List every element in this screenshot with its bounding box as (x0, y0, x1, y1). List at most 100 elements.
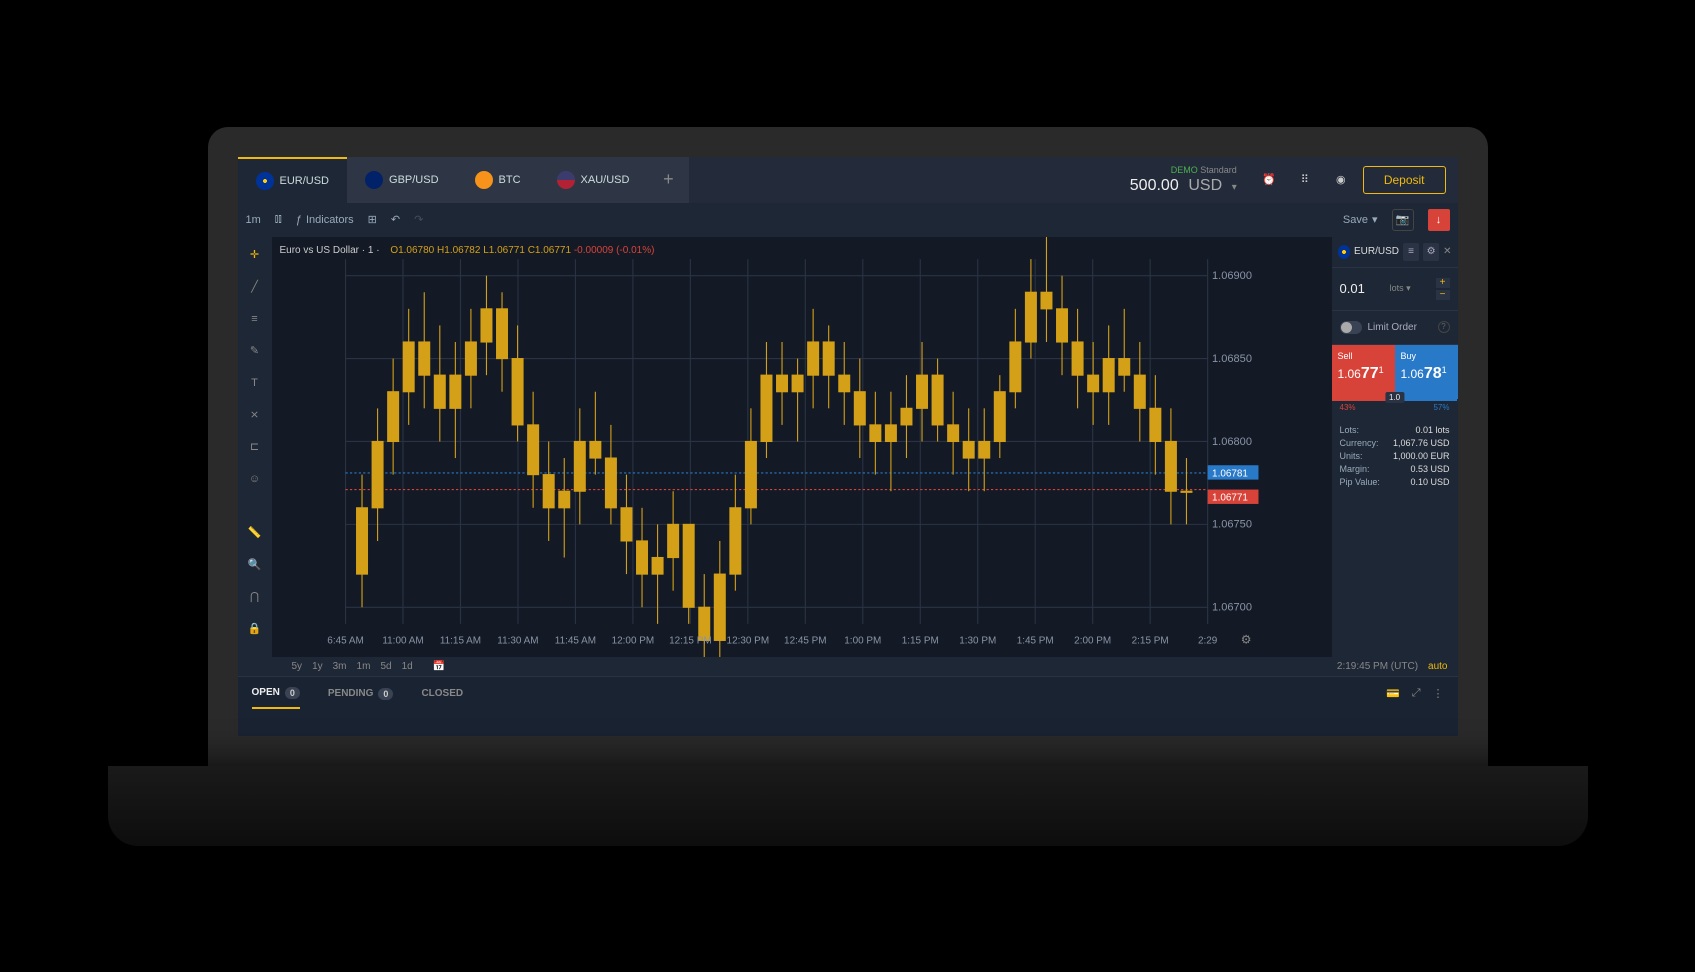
price-chart[interactable]: Euro vs US Dollar · 1 · O1.06780 H1.0678… (272, 237, 1332, 657)
buy-button[interactable]: Buy 1.06781 (1395, 345, 1458, 399)
app-header: EUR/USD GBP/USD BTC XAU/USD + DEMO Stand… (238, 157, 1458, 203)
svg-text:11:15 AM: 11:15 AM (439, 635, 480, 646)
svg-text:12:00 PM: 12:00 PM (611, 635, 654, 646)
flag-eu-icon (256, 172, 274, 190)
timeframe-selector[interactable]: 1m (246, 214, 261, 226)
undo-icon[interactable]: ↶ (391, 213, 400, 226)
order-info: Lots:0.01 lotsCurrency:1,067.76 USDUnits… (1332, 414, 1458, 498)
clock-display: 2:19:45 PM (UTC) (1337, 661, 1418, 672)
svg-text:12:30 PM: 12:30 PM (726, 635, 769, 646)
size-minus[interactable]: − (1436, 290, 1450, 300)
tab-label: EUR/USD (280, 175, 330, 187)
svg-text:12:15 PM: 12:15 PM (669, 635, 712, 646)
zoom-icon[interactable]: 🔍 (243, 553, 267, 577)
svg-text:1.06900: 1.06900 (1212, 270, 1252, 282)
text-icon[interactable]: T (243, 371, 267, 395)
positions-panel: OPEN0 PENDING0 CLOSED 💳 ⤢ ⋮ (238, 676, 1458, 736)
apps-icon[interactable]: ⠿ (1291, 166, 1319, 194)
tab-label: BTC (499, 174, 521, 186)
save-button[interactable]: Save ▾ (1343, 213, 1378, 226)
sell-button[interactable]: Sell 1.06771 (1332, 345, 1395, 399)
timeframe-5y[interactable]: 5y (292, 661, 303, 672)
add-tab-button[interactable]: + (647, 157, 689, 203)
order-panel: EUR/USD ≡ ⚙ ✕ 0.01 lots ▾ + − Limit Order… (1332, 237, 1458, 657)
timeframe-3m[interactable]: 3m (333, 661, 347, 672)
chart-title-bar: Euro vs US Dollar · 1 · O1.06780 H1.0678… (280, 245, 655, 256)
candlestick-chart[interactable]: 1.06900 1.06850 1.06800 1.06750 1.06700 1.067… (272, 237, 1332, 657)
expand-icon[interactable]: ⤢ (1412, 687, 1421, 700)
svg-text:2:15 PM: 2:15 PM (1131, 635, 1168, 646)
svg-text:11:45 AM: 11:45 AM (554, 635, 595, 646)
account-display[interactable]: DEMO Standard 500.00 USD ▾ (1130, 165, 1237, 195)
svg-text:⚙: ⚙ (1240, 632, 1251, 646)
redo-icon[interactable]: ↷ (414, 213, 423, 226)
wallet-icon[interactable]: 💳 (1386, 687, 1400, 700)
fib-icon[interactable]: ≡ (243, 307, 267, 331)
positions-tab-open[interactable]: OPEN0 (252, 687, 300, 709)
svg-text:2:00 PM: 2:00 PM (1074, 635, 1111, 646)
pattern-icon[interactable]: ⨯ (243, 403, 267, 427)
svg-text:1.06850: 1.06850 (1212, 352, 1252, 364)
collapse-button[interactable]: ↓ (1428, 209, 1450, 231)
alarm-icon[interactable]: ⏰ (1255, 166, 1283, 194)
calculator-icon[interactable]: ⚙ (1423, 243, 1439, 261)
timeframe-bar: 5y 1y 3m 1m 5d 1d 📅 2:19:45 PM (UTC) auto (238, 657, 1458, 676)
tab-xauusd[interactable]: XAU/USD (539, 157, 648, 203)
svg-text:1.06800: 1.06800 (1212, 435, 1252, 447)
limit-order-toggle[interactable] (1340, 321, 1362, 334)
timeframe-1y[interactable]: 1y (312, 661, 323, 672)
limit-order-label: Limit Order (1368, 322, 1417, 333)
drawing-tools: ✛ ╱ ≡ ✎ T ⨯ ⊏ ☺ 📏 🔍 ⋂ 🔒 (238, 237, 272, 657)
svg-text:11:00 AM: 11:00 AM (382, 635, 423, 646)
calendar-icon[interactable]: 📅 (433, 661, 445, 672)
candle-style-icon[interactable]: ⫾⫾ (275, 213, 282, 226)
tab-label: GBP/USD (389, 174, 439, 186)
close-panel-icon[interactable]: ✕ (1443, 246, 1451, 257)
screenshot-icon[interactable]: 📷 (1392, 209, 1414, 231)
svg-text:1.06700: 1.06700 (1212, 601, 1252, 613)
tab-btc[interactable]: BTC (457, 157, 539, 203)
timeframe-5d[interactable]: 5d (380, 661, 391, 672)
crosshair-icon[interactable]: ✛ (243, 243, 267, 267)
emoji-icon[interactable]: ☺ (243, 467, 267, 491)
flag-us-icon (557, 171, 575, 189)
brush-icon[interactable]: ✎ (243, 339, 267, 363)
size-unit-selector[interactable]: lots ▾ (1390, 283, 1411, 294)
help-icon[interactable]: ? (1438, 321, 1450, 333)
svg-text:1:30 PM: 1:30 PM (959, 635, 996, 646)
svg-text:2:29: 2:29 (1197, 635, 1217, 646)
svg-text:6:45 AM: 6:45 AM (327, 635, 363, 646)
svg-text:1:15 PM: 1:15 PM (901, 635, 938, 646)
ruler-icon[interactable]: 📏 (243, 521, 267, 545)
timeframe-1d[interactable]: 1d (402, 661, 413, 672)
svg-text:12:45 PM: 12:45 PM (784, 635, 827, 646)
positions-tab-pending[interactable]: PENDING0 (328, 687, 394, 709)
magnet-icon[interactable]: ⋂ (243, 585, 267, 609)
svg-text:1.06781: 1.06781 (1212, 468, 1248, 479)
more-icon[interactable]: ⋮ (1433, 687, 1444, 700)
btc-icon (475, 171, 493, 189)
timeframe-1m[interactable]: 1m (357, 661, 371, 672)
account-type: Standard (1200, 165, 1237, 175)
account-mode: DEMO (1171, 165, 1198, 175)
deposit-button[interactable]: Deposit (1363, 166, 1446, 194)
trendline-icon[interactable]: ╱ (243, 275, 267, 299)
long-icon[interactable]: ⊏ (243, 435, 267, 459)
settings-icon[interactable]: ≡ (1403, 243, 1419, 261)
lock-icon[interactable]: 🔒 (243, 617, 267, 641)
order-size-input[interactable]: 0.01 (1340, 281, 1365, 296)
indicators-button[interactable]: ƒ Indicators (296, 214, 354, 226)
svg-text:1:00 PM: 1:00 PM (844, 635, 881, 646)
tab-gbpusd[interactable]: GBP/USD (347, 157, 457, 203)
order-symbol: EUR/USD (1354, 246, 1399, 257)
flag-gb-icon (365, 171, 383, 189)
user-icon[interactable]: ◉ (1327, 166, 1355, 194)
layout-icon[interactable]: ⊞ (368, 213, 377, 226)
symbol-tabs: EUR/USD GBP/USD BTC XAU/USD + (238, 157, 690, 203)
tab-eurusd[interactable]: EUR/USD (238, 157, 348, 203)
symbol-flag-icon (1338, 245, 1350, 259)
positions-tab-closed[interactable]: CLOSED (421, 687, 463, 709)
auto-button[interactable]: auto (1428, 661, 1447, 672)
size-plus[interactable]: + (1436, 278, 1450, 288)
svg-text:1.06750: 1.06750 (1212, 518, 1252, 530)
